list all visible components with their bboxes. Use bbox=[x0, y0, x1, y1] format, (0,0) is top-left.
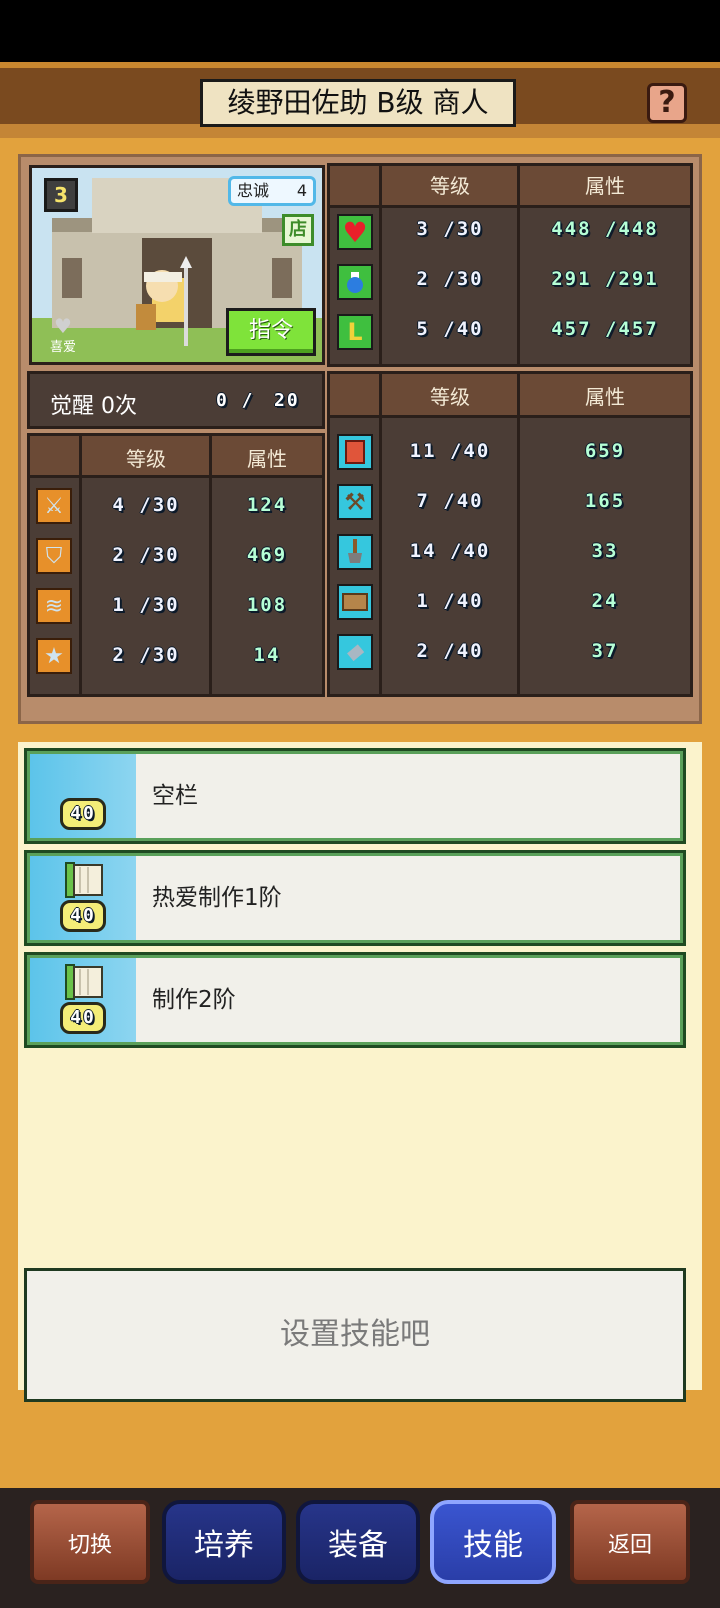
chest-icon bbox=[337, 584, 373, 620]
mp-attr: 291 /291 bbox=[551, 268, 659, 290]
stats-frame: 3 忠诚 4 店 ♥ 喜爱 指令 等级 属性 ♥ 3 /30 448 /448 bbox=[18, 154, 702, 724]
skill-slot-badge: 40 bbox=[30, 754, 136, 838]
skill-slot-3[interactable]: 40 制作2阶 bbox=[24, 952, 686, 1048]
skill-slot-area: 40 空栏 40 热爱制作1阶 40 制作2阶 设置技能吧 bbox=[18, 742, 702, 1402]
skill-hint-box: 设置技能吧 bbox=[24, 1268, 686, 1402]
back-button[interactable]: 返回 bbox=[570, 1500, 690, 1584]
hp-level: 3 /30 bbox=[416, 218, 484, 240]
attack-level: 4 /30 bbox=[112, 494, 180, 516]
scroll-icon bbox=[65, 964, 103, 1000]
combat-level-header: 等级 bbox=[126, 447, 166, 471]
main-area: 3 忠诚 4 店 ♥ 喜爱 指令 等级 属性 ♥ 3 /30 448 /448 bbox=[0, 138, 720, 1488]
vitals-attr-header: 属性 bbox=[585, 174, 625, 198]
luck-level: 2 /30 bbox=[112, 644, 180, 666]
favorite-toggle[interactable]: ♥ 喜爱 bbox=[42, 316, 84, 358]
sword-icon: ⚔ bbox=[36, 488, 72, 524]
skill-slot-2[interactable]: 40 热爱制作1阶 bbox=[24, 850, 686, 946]
smith-attr: 165 bbox=[584, 490, 626, 512]
vitals-panel: 等级 属性 ♥ 3 /30 448 /448 2 /30 291 /291 ᒪ … bbox=[327, 163, 693, 367]
crafting-attr-header: 属性 bbox=[585, 385, 625, 409]
crafting-level-header: 等级 bbox=[430, 385, 470, 409]
character-portrait: 3 忠诚 4 店 ♥ 喜爱 指令 bbox=[29, 165, 325, 365]
craft-skill-attr: 659 bbox=[584, 440, 626, 462]
loyalty-value: 4 bbox=[296, 181, 307, 200]
research-attr: 37 bbox=[591, 640, 619, 662]
crafting-stats-panel: 等级 属性 11 /40 659 ⚒ 7 /40 165 14 /40 33 1… bbox=[327, 371, 693, 697]
defense-attr: 469 bbox=[246, 544, 288, 566]
smith-level: 7 /40 bbox=[416, 490, 484, 512]
skill-slot-label: 制作2阶 bbox=[152, 987, 236, 1013]
skill-tab[interactable]: 技能 bbox=[430, 1500, 556, 1584]
skill-slot-label: 热爱制作1阶 bbox=[152, 885, 282, 911]
sales-attr: 24 bbox=[591, 590, 619, 612]
muscle-icon: ᒪ bbox=[337, 314, 373, 350]
skill-slot-body: 40 制作2阶 bbox=[27, 955, 683, 1045]
gather-level: 14 /40 bbox=[409, 540, 491, 562]
research-level: 2 /40 bbox=[416, 640, 484, 662]
combat-stats-panel: 等级 属性 ⚔ 4 /30 124 ⛉ 2 /30 469 ≋ 1 /30 10… bbox=[27, 433, 325, 697]
crafting-header: 等级 属性 bbox=[330, 374, 690, 418]
vitals-level-header: 等级 bbox=[430, 174, 470, 198]
skill-level-badge: 40 bbox=[60, 1002, 106, 1034]
attack-attr: 124 bbox=[246, 494, 288, 516]
skill-slot-badge: 40 bbox=[30, 958, 136, 1042]
loyalty-badge: 忠诚 4 bbox=[228, 176, 316, 206]
potion-icon bbox=[337, 264, 373, 300]
defense-level: 2 /30 bbox=[112, 544, 180, 566]
book-icon bbox=[337, 434, 373, 470]
awakening-max: 20 bbox=[274, 390, 300, 411]
title-bar: 绫野田佐助 B级 商人 ? bbox=[0, 62, 720, 138]
equip-tab[interactable]: 装备 bbox=[296, 1500, 420, 1584]
sales-level: 1 /40 bbox=[416, 590, 484, 612]
mp-level: 2 /30 bbox=[416, 268, 484, 290]
craft-skill-level: 11 /40 bbox=[409, 440, 491, 462]
speed-level: 1 /30 bbox=[112, 594, 180, 616]
combat-header: 等级 属性 bbox=[30, 436, 322, 478]
awakening-label: 觉醒 0次 bbox=[50, 394, 137, 419]
shop-badge: 店 bbox=[282, 214, 314, 246]
hp-attr: 448 /448 bbox=[551, 218, 659, 240]
favorite-label: 喜爱 bbox=[49, 340, 76, 355]
luck-attr: 14 bbox=[253, 644, 281, 666]
speed-attr: 108 bbox=[246, 594, 288, 616]
help-button[interactable]: ? bbox=[647, 83, 687, 123]
skill-slot-body: 40 空栏 bbox=[27, 751, 683, 841]
switch-button[interactable]: 切换 bbox=[30, 1500, 150, 1584]
train-tab[interactable]: 培养 bbox=[162, 1500, 286, 1584]
hammer-icon: ⚒ bbox=[337, 484, 373, 520]
skill-slot-label: 空栏 bbox=[152, 783, 198, 809]
gather-attr: 33 bbox=[591, 540, 619, 562]
combat-attr-header: 属性 bbox=[247, 447, 287, 471]
skill-slot-1[interactable]: 40 空栏 bbox=[24, 748, 686, 844]
stamina-level: 5 /40 bbox=[416, 318, 484, 340]
loyalty-label: 忠诚 bbox=[237, 181, 270, 200]
flask-icon bbox=[337, 634, 373, 670]
speed-icon: ≋ bbox=[36, 588, 72, 624]
star-icon: ★ bbox=[36, 638, 72, 674]
awakening-bar: 觉醒 0次 0 / 20 bbox=[27, 371, 325, 429]
skill-level-badge: 40 bbox=[60, 798, 106, 830]
awakening-progress: 0 / bbox=[216, 390, 255, 411]
shield-icon: ⛉ bbox=[36, 538, 72, 574]
skill-level-badge: 40 bbox=[60, 900, 106, 932]
bottom-nav: 切换 培养 装备 技能 返回 bbox=[0, 1488, 720, 1608]
rank-badge: 3 bbox=[44, 178, 78, 212]
command-button[interactable]: 指令 bbox=[226, 308, 316, 356]
vitals-header: 等级 属性 bbox=[330, 166, 690, 208]
skill-slot-body: 40 热爱制作1阶 bbox=[27, 853, 683, 943]
heart-icon: ♥ bbox=[337, 214, 373, 250]
stamina-attr: 457 /457 bbox=[551, 318, 659, 340]
heart-outline-icon: ♥ bbox=[54, 314, 72, 338]
scroll-icon bbox=[65, 862, 103, 898]
character-title: 绫野田佐助 B级 商人 bbox=[200, 79, 516, 127]
skill-slot-badge: 40 bbox=[30, 856, 136, 940]
shovel-icon bbox=[337, 534, 373, 570]
